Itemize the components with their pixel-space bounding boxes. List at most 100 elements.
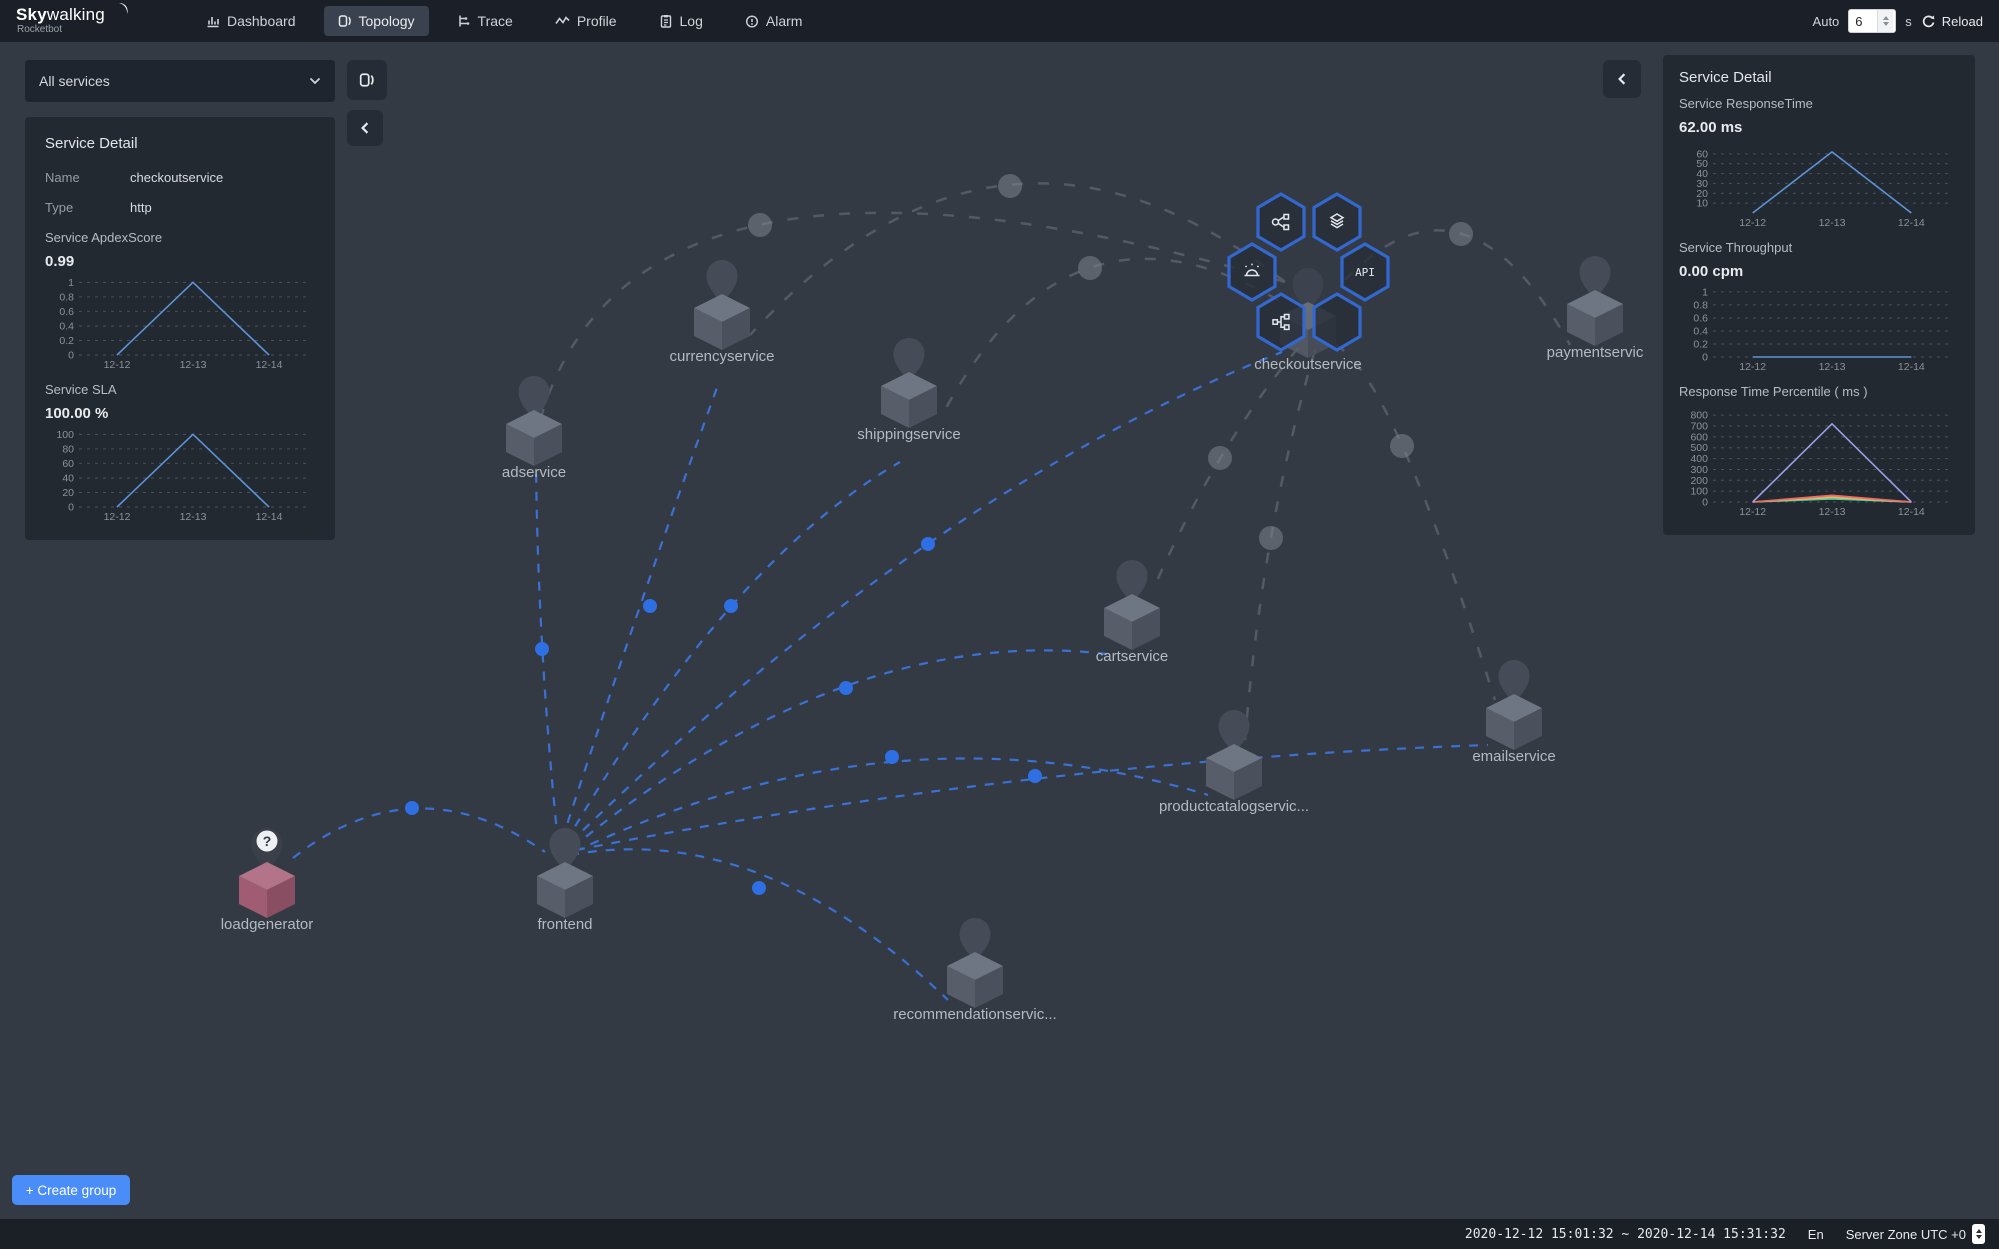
svg-text:0.6: 0.6 [59, 306, 74, 318]
nav-item-log[interactable]: Log [645, 6, 717, 36]
reload-button[interactable]: Reload [1921, 14, 1983, 29]
svg-text:0.8: 0.8 [59, 291, 74, 303]
skywalking-logo: Skywalking Rocketbot [16, 1, 146, 41]
topology-icon [359, 72, 375, 88]
svg-text:0: 0 [68, 350, 74, 362]
topology-legend-button[interactable] [347, 60, 387, 100]
sla-chart-title: Service SLA [45, 382, 315, 397]
service-cube-icon [937, 912, 1013, 1012]
time-range-selector[interactable]: 2020-12-12 15:01:32 ~ 2020-12-14 15:31:3… [1465, 1227, 1786, 1242]
log-icon [659, 14, 673, 28]
dashboard-icon [206, 14, 220, 28]
service-cube-icon [684, 254, 760, 354]
svg-text:0: 0 [68, 502, 74, 514]
service-node-label: productcatalogservic... [1159, 798, 1309, 815]
chevron-down-icon [309, 77, 321, 85]
service-node-productcatalogservice[interactable]: productcatalogservic... [1159, 704, 1309, 815]
svg-text:500: 500 [1690, 442, 1708, 454]
service-cube-icon [1557, 250, 1633, 350]
moon-crescent-icon [112, 2, 130, 20]
panel-title: Service Detail [1679, 69, 1959, 86]
svg-text:0.4: 0.4 [59, 320, 74, 332]
service-node-label: frontend [537, 916, 592, 933]
collapse-left-panel-button[interactable] [347, 110, 383, 146]
svg-text:60: 60 [62, 458, 74, 470]
svg-text:0: 0 [1702, 497, 1708, 509]
svg-text:12-12: 12-12 [104, 359, 131, 371]
response-time-current-value: 62.00 ms [1679, 119, 1959, 136]
nav-item-profile[interactable]: Profile [541, 6, 631, 36]
service-cube-icon [527, 822, 603, 922]
svg-text:100: 100 [56, 429, 74, 441]
timezone-spinner[interactable] [1972, 1224, 1985, 1244]
nav-item-trace[interactable]: Trace [443, 6, 527, 36]
svg-text:12-14: 12-14 [256, 511, 283, 523]
svg-text:0.8: 0.8 [1693, 299, 1708, 311]
service-node-label: loadgenerator [221, 916, 314, 933]
svg-text:0.2: 0.2 [1693, 338, 1708, 350]
svg-text:12-14: 12-14 [1898, 506, 1925, 518]
unknown-service-cube-icon [229, 822, 305, 922]
svg-text:80: 80 [62, 443, 74, 455]
service-node-emailservice[interactable]: emailservice [1439, 654, 1589, 765]
node-action-empty-button[interactable] [1311, 292, 1363, 352]
service-node-label: adservice [502, 464, 566, 481]
auto-unit-label: s [1905, 14, 1912, 29]
apdex-current-value: 0.99 [45, 253, 315, 270]
svg-text:12-14: 12-14 [1898, 217, 1925, 229]
service-name-field: Namecheckoutservice [45, 170, 315, 185]
percentile-chart-title: Response Time Percentile ( ms ) [1679, 384, 1959, 399]
service-node-label: paymentservic [1547, 344, 1644, 361]
service-node-adservice[interactable]: adservice [459, 370, 609, 481]
top-navbar: Skywalking Rocketbot Dashboard Topology … [0, 0, 1999, 42]
service-node-label: shippingservice [857, 426, 960, 443]
service-node-currencyservice[interactable]: currencyservice [647, 254, 797, 365]
service-node-paymentservice[interactable]: paymentservic [1520, 250, 1670, 361]
auto-interval-value[interactable] [1849, 14, 1877, 29]
service-node-frontend[interactable]: frontend [490, 822, 640, 933]
trace-icon [457, 14, 471, 28]
panel-title: Service Detail [45, 135, 315, 152]
svg-text:20: 20 [62, 487, 74, 499]
topology-icon [338, 14, 352, 28]
nav-item-topology[interactable]: Topology [324, 6, 429, 36]
create-group-button[interactable]: + Create group [12, 1175, 130, 1205]
sla-chart: 02040608010012-1212-1312-14 [45, 424, 315, 524]
node-action-endpoint-button[interactable] [1255, 292, 1307, 352]
svg-text:12-13: 12-13 [1819, 506, 1846, 518]
service-node-recommendationservice[interactable]: recommendationservic... [900, 912, 1050, 1023]
chevron-left-icon [360, 122, 370, 134]
service-node-cartservice[interactable]: cartservice [1057, 554, 1207, 665]
svg-text:0.4: 0.4 [1693, 325, 1708, 337]
svg-text:40: 40 [62, 472, 74, 484]
profile-icon [555, 14, 570, 28]
service-node-label: currencyservice [669, 348, 774, 365]
service-node-loadgenerator[interactable]: loadgenerator [192, 822, 342, 933]
svg-text:12-12: 12-12 [104, 511, 131, 523]
service-cube-icon [496, 370, 572, 470]
svg-text:12-12: 12-12 [1739, 361, 1766, 373]
api-text-icon: API [1355, 266, 1375, 279]
nav-item-dashboard[interactable]: Dashboard [192, 6, 310, 36]
auto-interval-input[interactable] [1848, 9, 1896, 33]
svg-text:100: 100 [1690, 486, 1708, 498]
response-time-chart: 10203040506012-1212-1312-14 [1679, 138, 1959, 230]
service-node-shippingservice[interactable]: shippingservice [834, 332, 984, 443]
svg-text:12-12: 12-12 [1739, 217, 1766, 229]
language-selector[interactable]: En [1808, 1227, 1824, 1242]
service-type-field: Typehttp [45, 200, 315, 215]
auto-reload-label: Auto [1813, 14, 1840, 29]
service-cube-icon [1476, 654, 1552, 754]
collapse-right-panel-button[interactable] [1603, 60, 1641, 98]
svg-text:1: 1 [68, 277, 74, 289]
number-spinner[interactable] [1877, 10, 1893, 32]
server-zone-label: Server Zone UTC +0 [1846, 1227, 1966, 1242]
service-selector-dropdown[interactable]: All services [25, 60, 335, 102]
service-node-label: cartservice [1096, 648, 1169, 665]
nav-item-alarm[interactable]: Alarm [731, 6, 817, 36]
svg-text:12-14: 12-14 [256, 359, 283, 371]
apdex-chart: 00.20.40.60.8112-1212-1312-14 [45, 272, 315, 372]
svg-text:700: 700 [1690, 421, 1708, 433]
response-time-chart-title: Service ResponseTime [1679, 96, 1959, 111]
svg-text:12-13: 12-13 [1819, 361, 1846, 373]
